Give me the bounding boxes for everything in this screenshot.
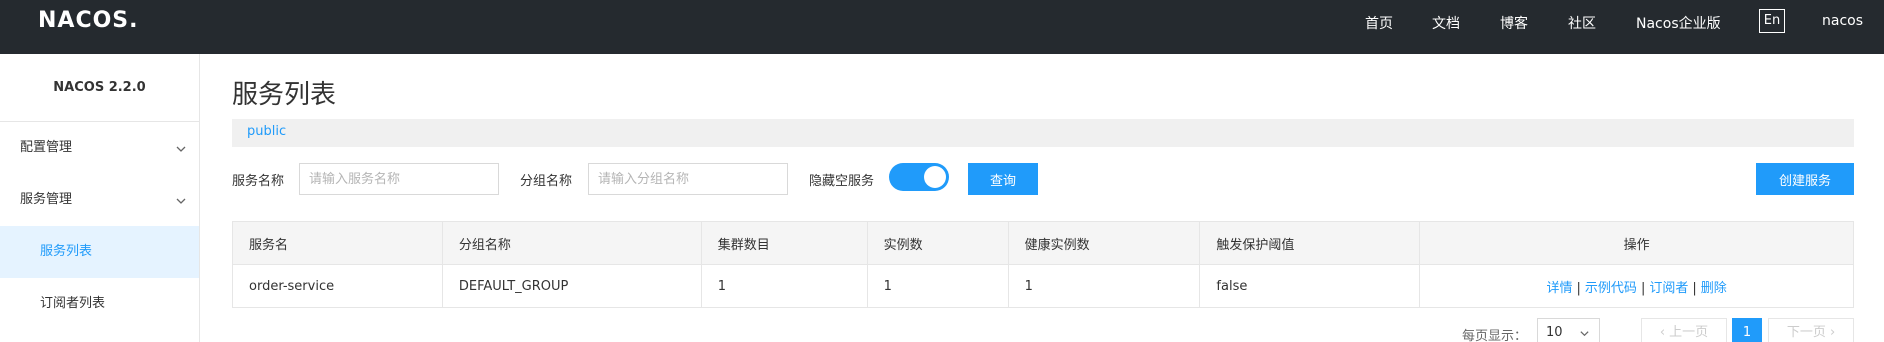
table-row: order-service DEFAULT_GROUP 1 1 1 false … [232,264,1854,308]
chevron-down-icon [175,122,187,174]
version-label: NACOS 2.2.0 [0,54,199,122]
col-service-name: 服务名 [232,221,443,265]
toggle-knob [924,166,946,188]
col-operations: 操作 [1419,221,1854,265]
separator: | [1640,280,1646,296]
nav-enterprise[interactable]: Nacos企业版 [1636,13,1721,33]
nav-blog[interactable]: 博客 [1500,13,1528,33]
page-title: 服务列表 [232,80,337,110]
user-menu[interactable]: nacos [1822,13,1863,29]
col-cluster-count: 集群数目 [700,221,868,265]
sidebar-group-label: 服务管理 [20,192,73,207]
col-group-name: 分组名称 [441,221,702,265]
cell-instance-count: 1 [866,264,1009,308]
sidebar: NACOS 2.2.0 配置管理 服务管理 服务列表 订阅者列表 [0,54,200,342]
details-link[interactable]: 详情 [1547,281,1573,296]
chevron-right-icon: › [1825,325,1836,340]
hide-empty-label: 隐藏空服务 [809,174,875,189]
namespace-bar: public [232,119,1854,147]
cell-group-name: DEFAULT_GROUP [441,264,702,308]
nav-docs[interactable]: 文档 [1432,13,1460,33]
separator: | [1576,280,1581,296]
col-threshold: 触发保护阈值 [1199,221,1421,265]
col-healthy-count: 健康实例数 [1007,221,1201,265]
col-instance-count: 实例数 [866,221,1009,265]
cell-threshold: false [1199,264,1421,308]
top-navbar: NACOS. 首页 文档 博客 社区 Nacos企业版 En nacos [0,0,1884,54]
hide-empty-toggle[interactable] [889,163,949,191]
service-name-label: 服务名称 [232,174,285,189]
sample-code-link[interactable]: 示例代码 [1585,281,1637,296]
page-size-label: 每页显示： [1462,329,1528,342]
language-switch-button[interactable]: En [1759,9,1785,33]
page-size-select[interactable]: 10 [1537,318,1600,342]
delete-link[interactable]: 删除 [1701,281,1727,296]
cell-healthy-count: 1 [1007,264,1201,308]
page-size-value: 10 [1546,325,1563,340]
sidebar-group-service[interactable]: 服务管理 [0,174,199,226]
chevron-down-icon [175,174,187,226]
cell-cluster-count: 1 [700,264,868,308]
nav-community[interactable]: 社区 [1568,13,1596,33]
namespace-public[interactable]: public [247,124,286,139]
create-service-button[interactable]: 创建服务 [1756,163,1854,195]
cell-operations: 详情 | 示例代码 | 订阅者 | 删除 [1419,264,1854,308]
nacos-logo[interactable]: NACOS. [38,8,139,33]
group-name-input[interactable] [588,163,788,195]
separator: | [1692,280,1697,296]
nav-home[interactable]: 首页 [1365,13,1393,33]
service-name-input[interactable] [299,163,499,195]
next-page-label: 下一页 [1786,325,1826,340]
prev-page-button[interactable]: ‹ 上一页 [1641,318,1727,342]
current-page[interactable]: 1 [1732,318,1762,342]
sidebar-group-label: 配置管理 [20,140,73,155]
query-button[interactable]: 查询 [968,163,1038,195]
service-table: 服务名 分组名称 集群数目 实例数 健康实例数 触发保护阈值 操作 order-… [232,221,1854,308]
cell-service-name: order-service [232,264,443,308]
chevron-down-icon [1579,319,1590,342]
sidebar-item-subscribers[interactable]: 订阅者列表 [0,278,199,330]
sidebar-group-config[interactable]: 配置管理 [0,122,199,174]
sidebar-item-service-list[interactable]: 服务列表 [0,226,199,278]
next-page-button[interactable]: 下一页 › [1768,318,1854,342]
group-name-label: 分组名称 [520,174,573,189]
chevron-left-icon: ‹ [1659,325,1670,340]
prev-page-label: 上一页 [1669,325,1709,340]
subscribers-link[interactable]: 订阅者 [1649,281,1688,296]
table-header-row: 服务名 分组名称 集群数目 实例数 健康实例数 触发保护阈值 操作 [232,221,1854,265]
